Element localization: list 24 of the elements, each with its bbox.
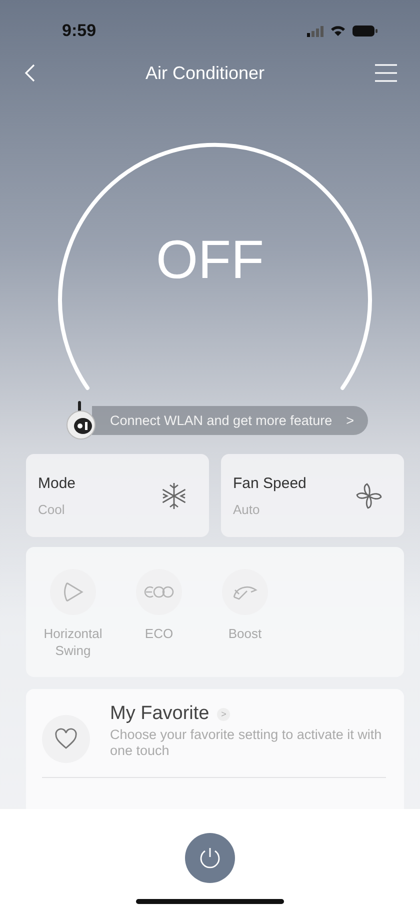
wlan-banner-link[interactable]: Connect WLAN and get more feature > [92,406,368,434]
power-state-text: OFF [156,230,264,290]
chevron-glyph: > [346,412,354,428]
screen-title: Air Conditioner [145,62,265,84]
heart-icon [54,728,78,750]
status-time: 9:59 [62,21,96,41]
wlan-banner-text: Connect WLAN and get more feature [110,412,332,428]
favorite-description: Choose your favorite setting to activate it with one touch [110,727,383,759]
setting-tile[interactable]: Mode Cool [26,454,209,537]
chevron-glyph: > [217,708,230,720]
tile-value: Auto [233,502,261,516]
power-icon [198,846,222,870]
tile-value: Cool [38,502,66,516]
tile-label: Fan Speed [233,474,306,492]
setting-tile[interactable]: Fan Speed Auto [221,454,404,537]
fan-icon [354,480,384,510]
favorite-title[interactable]: My Favorite [110,703,210,725]
tile-label: Mode [38,474,76,492]
signal-icon [307,26,324,36]
back-icon [24,63,36,83]
menu-icon [374,63,398,83]
wifi-icon [330,25,346,37]
battery-icon [352,25,378,37]
power-button[interactable] [185,833,235,883]
